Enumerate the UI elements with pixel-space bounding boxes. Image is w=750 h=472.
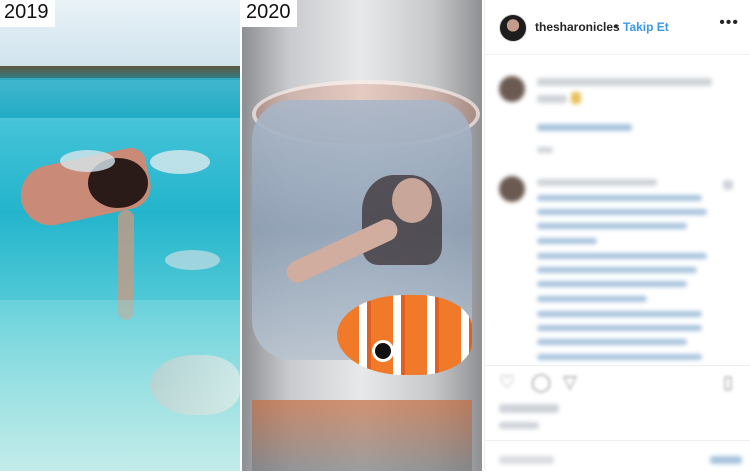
blurred-comment-line [537,253,707,259]
post-comment-button[interactable] [710,456,742,464]
blurred-comment-line [537,325,702,331]
glass-reflection-bottom [252,400,472,471]
fish [150,150,210,174]
comment-input[interactable] [499,456,554,464]
photo-2019[interactable]: 2019 [0,0,240,471]
separator-dot: • [614,19,619,33]
blurred-comment-line [537,354,702,360]
fish [165,250,220,270]
clownfish-eye [372,340,394,362]
blurred-like-icon [723,180,733,190]
blurred-comment-line [537,311,702,317]
blurred-caption-line [537,78,712,86]
blurred-emoji [571,92,581,104]
clownfish-toy [337,295,472,375]
avatar[interactable] [499,14,527,42]
commenter-avatar [499,76,525,102]
blurred-comment-line [537,339,687,345]
comment-icon[interactable]: ◯ [531,372,551,393]
comment-input-area [485,440,750,472]
year-label-2020: 2020 [242,0,297,27]
reflected-face [392,178,432,223]
blurred-hashtags [537,124,632,131]
year-label-2019: 2019 [0,0,55,27]
water-surface [0,78,240,118]
blurred-comment-line [537,267,697,273]
blurred-timestamp [537,147,553,153]
share-icon[interactable]: ▽ [563,372,577,393]
heart-icon[interactable]: ♡ [499,372,515,393]
photo-2020[interactable]: 2020 [242,0,482,471]
blurred-comment-line [537,209,707,215]
blurred-comment-line [537,296,647,302]
follow-button[interactable]: Takip Et [623,20,669,34]
sandy-floor [0,300,240,471]
commenter-avatar [499,176,525,202]
action-bar: ♡ ◯ ▽ ▯ [485,365,750,406]
more-options-icon[interactable]: ••• [719,14,739,32]
blurred-comment-line [537,281,687,287]
blurred-post-date [499,422,539,429]
blurred-likes-count [499,404,559,413]
username-link[interactable]: thesharonicles [535,20,620,34]
instagram-post: 2019 2020 thesharonicles • Takip Et ••• [0,0,750,471]
fish [60,150,115,172]
blurred-comment-line [537,238,597,244]
post-header: thesharonicles • Takip Et ••• [485,0,750,55]
blurred-comment-line [537,195,702,201]
blurred-comment-line [537,179,657,186]
blurred-caption-line [537,95,567,103]
post-sidebar: thesharonicles • Takip Et ••• ♡ ◯ ▽ ▯ [484,0,750,471]
bookmark-icon[interactable]: ▯ [723,372,733,393]
blurred-comment-line [537,223,687,229]
